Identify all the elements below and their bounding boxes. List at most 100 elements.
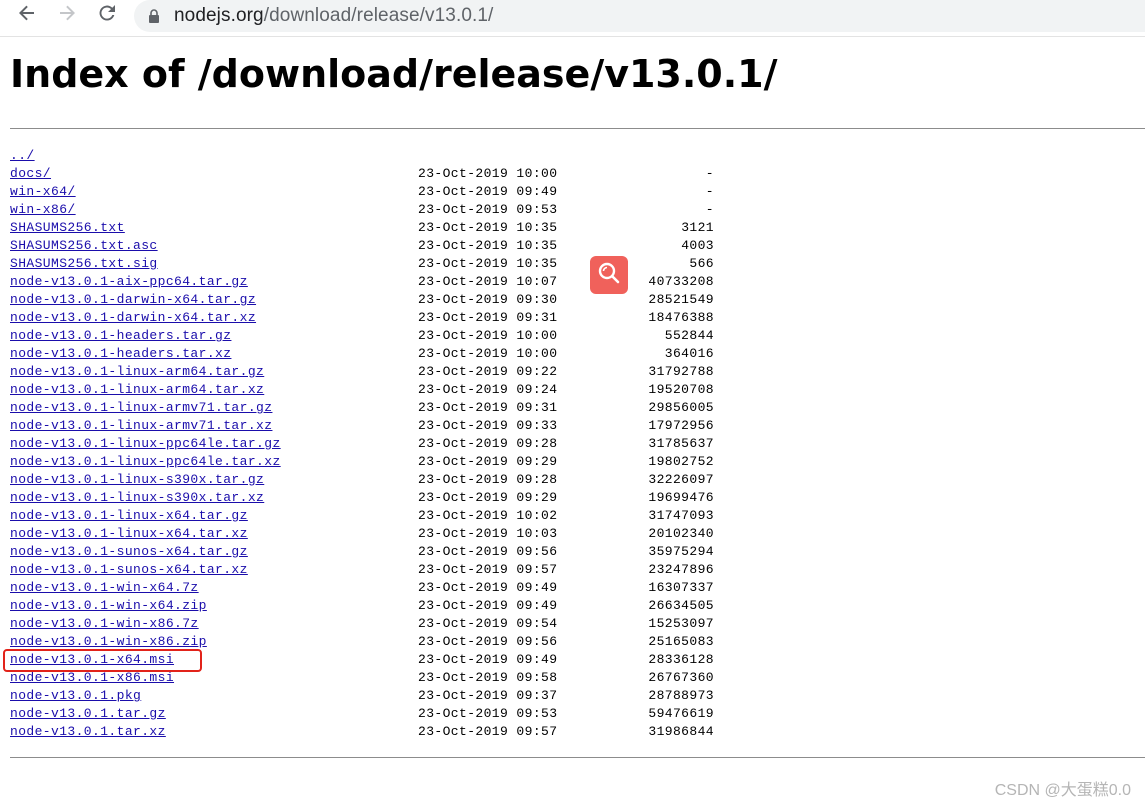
reload-icon: [97, 3, 117, 29]
file-link[interactable]: node-v13.0.1-headers.tar.gz: [10, 327, 231, 345]
reload-button[interactable]: [92, 3, 122, 29]
listing-row: node-v13.0.1.tar.gz 23-Oct-2019 09:53 5947…: [10, 705, 730, 723]
listing-row: win-x86/23-Oct-2019 09:53 -: [10, 201, 730, 219]
file-size: 18476388: [648, 310, 714, 325]
file-date: 23-Oct-2019 10:02: [418, 508, 558, 523]
listing-row: docs/23-Oct-2019 10:00 -: [10, 165, 730, 183]
file-date: 23-Oct-2019 09:28: [418, 472, 558, 487]
search-icon: [597, 261, 621, 290]
file-link[interactable]: node-v13.0.1-sunos-x64.tar.xz: [10, 561, 248, 579]
file-size: 23247896: [648, 562, 714, 577]
file-link[interactable]: SHASUMS256.txt.sig: [10, 255, 158, 273]
file-link[interactable]: node-v13.0.1-win-x64.zip: [10, 597, 207, 615]
file-size: 28788973: [648, 688, 714, 703]
file-size: 20102340: [648, 526, 714, 541]
file-link[interactable]: node-v13.0.1.pkg: [10, 687, 141, 705]
file-link[interactable]: node-v13.0.1-linux-x64.tar.xz: [10, 525, 248, 543]
forward-button[interactable]: [52, 3, 82, 29]
file-link[interactable]: node-v13.0.1-sunos-x64.tar.gz: [10, 543, 248, 561]
listing-row: node-v13.0.1-linux-x64.tar.gz 23-Oct-2019…: [10, 507, 730, 525]
listing-row: node-v13.0.1-linux-ppc64le.tar.gz 23-Oct-…: [10, 435, 730, 453]
file-link[interactable]: node-v13.0.1-linux-ppc64le.tar.gz: [10, 435, 281, 453]
file-link[interactable]: node-v13.0.1-darwin-x64.tar.xz: [10, 309, 256, 327]
file-date: 23-Oct-2019 09:57: [418, 562, 558, 577]
listing-row: win-x64/23-Oct-2019 09:49 -: [10, 183, 730, 201]
listing-row: node-v13.0.1-linux-s390x.tar.xz 23-Oct-20…: [10, 489, 730, 507]
file-date: 23-Oct-2019 09:29: [418, 490, 558, 505]
file-size: 26634505: [648, 598, 714, 613]
listing-row: node-v13.0.1-sunos-x64.tar.gz 23-Oct-2019…: [10, 543, 730, 561]
file-size: 15253097: [648, 616, 714, 631]
forward-arrow-icon: [58, 4, 76, 28]
file-date: 23-Oct-2019 09:28: [418, 436, 558, 451]
file-size: 19520708: [648, 382, 714, 397]
file-size: -: [705, 184, 714, 199]
file-size: 59476619: [648, 706, 714, 721]
file-link[interactable]: win-x86/: [10, 201, 76, 219]
listing-row: node-v13.0.1-darwin-x64.tar.xz 23-Oct-201…: [10, 309, 730, 327]
file-link[interactable]: node-v13.0.1-aix-ppc64.tar.gz: [10, 273, 248, 291]
file-link[interactable]: node-v13.0.1-linux-ppc64le.tar.xz: [10, 453, 281, 471]
url-text[interactable]: nodejs.org/download/release/v13.0.1/: [174, 5, 493, 27]
file-link[interactable]: node-v13.0.1-darwin-x64.tar.gz: [10, 291, 256, 309]
file-date: 23-Oct-2019 09:29: [418, 454, 558, 469]
highlight-box: [3, 649, 202, 672]
listing-row: node-v13.0.1-win-x64.7z 23-Oct-2019 09:49…: [10, 579, 730, 597]
file-link[interactable]: SHASUMS256.txt.asc: [10, 237, 158, 255]
file-date: 23-Oct-2019 09:33: [418, 418, 558, 433]
file-date: 23-Oct-2019 10:03: [418, 526, 558, 541]
file-link[interactable]: SHASUMS256.txt: [10, 219, 125, 237]
file-link[interactable]: node-v13.0.1-linux-s390x.tar.gz: [10, 471, 264, 489]
file-date: 23-Oct-2019 10:35: [418, 220, 558, 235]
file-date: 23-Oct-2019 10:35: [418, 238, 558, 253]
listing-row: node-v13.0.1-win-x86.7z 23-Oct-2019 09:54…: [10, 615, 730, 633]
file-date: 23-Oct-2019 09:53: [418, 706, 558, 721]
file-size: 28521549: [648, 292, 714, 307]
file-link[interactable]: node-v13.0.1-linux-s390x.tar.xz: [10, 489, 264, 507]
file-size: 35975294: [648, 544, 714, 559]
file-link[interactable]: docs/: [10, 165, 51, 183]
file-date: 23-Oct-2019 09:58: [418, 670, 558, 685]
file-link[interactable]: node-v13.0.1-linux-arm64.tar.gz: [10, 363, 264, 381]
file-date: 23-Oct-2019 09:37: [418, 688, 558, 703]
top-divider: [10, 128, 1145, 129]
listing-row: node-v13.0.1.tar.xz 23-Oct-2019 09:57 3198…: [10, 723, 730, 741]
file-size: 4003: [681, 238, 714, 253]
file-date: 23-Oct-2019 10:00: [418, 346, 558, 361]
file-link[interactable]: node-v13.0.1-linux-arm64.tar.xz: [10, 381, 264, 399]
file-link[interactable]: ../: [10, 147, 35, 165]
browser-toolbar: nodejs.org/download/release/v13.0.1/: [0, 0, 1145, 37]
file-link[interactable]: node-v13.0.1-linux-x64.tar.gz: [10, 507, 248, 525]
file-date: 23-Oct-2019 09:30: [418, 292, 558, 307]
file-date: 23-Oct-2019 09:49: [418, 184, 558, 199]
back-button[interactable]: [12, 3, 42, 29]
page-title: Index of /download/release/v13.0.1/: [10, 52, 778, 96]
file-link[interactable]: node-v13.0.1-linux-armv71.tar.xz: [10, 417, 272, 435]
file-link[interactable]: node-v13.0.1-win-x86.7z: [10, 615, 199, 633]
file-date: 23-Oct-2019 10:07: [418, 274, 558, 289]
file-size: 40733208: [648, 274, 714, 289]
bottom-divider: [10, 757, 1145, 758]
file-link[interactable]: node-v13.0.1.tar.gz: [10, 705, 166, 723]
file-link[interactable]: node-v13.0.1-headers.tar.xz: [10, 345, 231, 363]
watermark: CSDN @大蛋糕0.0: [994, 782, 1131, 799]
file-link[interactable]: node-v13.0.1.tar.xz: [10, 723, 166, 741]
address-bar[interactable]: nodejs.org/download/release/v13.0.1/: [134, 0, 1145, 32]
listing-row: node-v13.0.1-linux-armv71.tar.xz 23-Oct-2…: [10, 417, 730, 435]
file-size: 25165083: [648, 634, 714, 649]
file-size: -: [705, 202, 714, 217]
file-link[interactable]: node-v13.0.1-win-x64.7z: [10, 579, 199, 597]
file-date: 23-Oct-2019 10:35: [418, 256, 558, 271]
search-button[interactable]: [590, 256, 628, 294]
file-size: 552844: [664, 328, 714, 343]
listing-row: node-v13.0.1-linux-armv71.tar.gz 23-Oct-2…: [10, 399, 730, 417]
listing-row: node-v13.0.1-sunos-x64.tar.xz 23-Oct-2019…: [10, 561, 730, 579]
file-link[interactable]: win-x64/: [10, 183, 76, 201]
file-size: 566: [689, 256, 714, 271]
file-size: 31785637: [648, 436, 714, 451]
url-host: nodejs.org: [174, 5, 264, 26]
file-date: 23-Oct-2019 09:53: [418, 202, 558, 217]
file-link[interactable]: node-v13.0.1-linux-armv71.tar.gz: [10, 399, 272, 417]
file-date: 23-Oct-2019 10:00: [418, 166, 558, 181]
file-size: 3121: [681, 220, 714, 235]
